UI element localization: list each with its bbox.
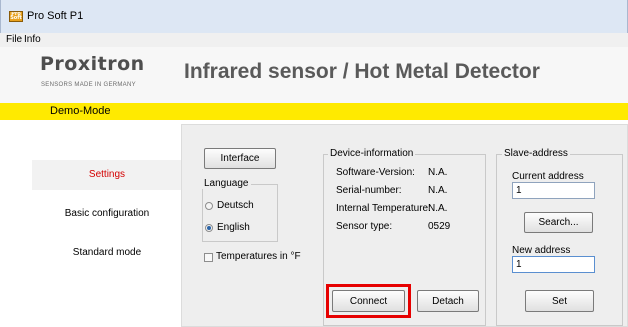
brand-logo: Proxitron (40, 53, 145, 75)
software-version-label: Software-Version: (336, 167, 415, 178)
window-titlebar (0, 0, 628, 33)
detach-button[interactable]: Detach (417, 290, 479, 312)
set-button[interactable]: Set (525, 290, 594, 312)
page-title: Infrared sensor / Hot Metal Detector (184, 60, 540, 83)
nav-item-standard-mode[interactable]: Standard mode (32, 238, 182, 268)
settings-panel: Interface Language Deutsch English Tempe… (181, 124, 628, 327)
language-deutsch-label[interactable]: Deutsch (217, 200, 254, 211)
temperatures-fahrenheit-label[interactable]: Temperatures in °F (216, 251, 301, 262)
nav-item-settings[interactable]: Settings (32, 160, 182, 190)
nav-item-basic-configuration[interactable]: Basic configuration (32, 199, 182, 229)
slave-address-title: Slave-address (502, 148, 570, 159)
sensor-type-value: 0529 (428, 221, 451, 232)
new-address-field[interactable] (512, 256, 595, 273)
language-group (202, 184, 278, 242)
language-deutsch-radio[interactable] (205, 202, 213, 210)
window-title: Pro Soft P1 (27, 10, 84, 22)
language-group-title: Language (202, 178, 251, 189)
sidebar-nav: Settings Basic configuration Standard mo… (0, 120, 182, 327)
brand-tagline: SENSORS MADE IN GERMANY (41, 82, 136, 88)
sensor-type-label: Sensor type: (336, 221, 393, 232)
serial-number-label: Serial-number: (336, 185, 402, 196)
app-icon-text: Pro Soft (10, 11, 22, 21)
menu-info[interactable]: Info (24, 33, 41, 47)
connect-button[interactable]: Connect (332, 290, 405, 312)
language-english-label[interactable]: English (217, 222, 250, 233)
menu-bar: File Info (0, 33, 628, 47)
language-english-radio[interactable] (205, 224, 213, 232)
current-address-label: Current address (512, 171, 584, 182)
software-version-value: N.A. (428, 167, 448, 178)
search-button[interactable]: Search... (524, 212, 593, 233)
menu-file[interactable]: File (6, 33, 22, 47)
mode-label: Demo-Mode (50, 105, 111, 117)
temperatures-fahrenheit-checkbox[interactable] (204, 253, 213, 262)
interface-button[interactable]: Interface (204, 148, 276, 169)
device-information-title: Device-information (328, 148, 416, 159)
serial-number-value: N.A. (428, 185, 448, 196)
current-address-field[interactable] (512, 182, 595, 199)
internal-temperature-value: N.A. (428, 203, 448, 214)
new-address-label: New address (512, 245, 571, 256)
internal-temperature-label: Internal Temperature: (336, 203, 431, 214)
app-icon: Pro Soft (9, 11, 23, 22)
